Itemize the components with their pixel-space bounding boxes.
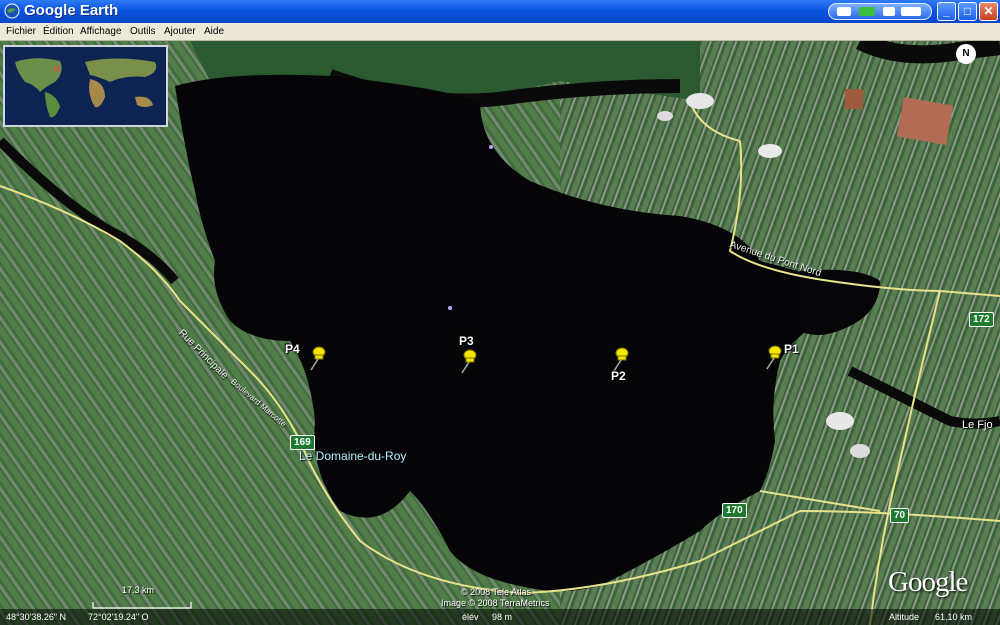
pushpin-icon[interactable]: [761, 344, 783, 370]
route-shield-172: 172: [969, 312, 994, 327]
overview-map[interactable]: [3, 45, 168, 127]
minimize-button[interactable]: _: [937, 2, 956, 21]
pushpin-icon[interactable]: [305, 345, 327, 371]
window-title: Google Earth: [24, 2, 119, 19]
maximize-button[interactable]: □: [958, 2, 977, 21]
media-controls[interactable]: [828, 3, 932, 20]
route-shield-169: 169: [290, 435, 315, 450]
world-map-icon: [5, 47, 166, 125]
google-logo: Google: [888, 566, 968, 598]
altitude-value: 61.10 km: [935, 612, 973, 622]
route-shield-70: 70: [890, 508, 910, 523]
scale-bar: [92, 596, 192, 609]
google-earth-icon: [4, 3, 20, 19]
attribution-line-2: Image © 2008 TerraMetrics: [441, 598, 550, 608]
pushpin-icon[interactable]: [456, 348, 478, 374]
longitude-readout: 72°02'19.24" O: [88, 612, 149, 622]
placemark-label-p2[interactable]: P2: [611, 369, 626, 383]
menu-bar: Fichier Édition Affichage Outils Ajouter…: [0, 23, 1000, 41]
elevation-value: 98 m: [492, 612, 513, 622]
play-icon[interactable]: [859, 7, 875, 16]
window-titlebar: Google Earth _ □ ✕: [0, 0, 1000, 23]
screen-icon[interactable]: [901, 7, 921, 16]
record-icon[interactable]: [837, 7, 851, 16]
region-label: Le Domaine-du-Roy: [299, 449, 407, 463]
map-view[interactable]: N P4 P3 P2 P1 Le Domaine-du-Roy Avenue d…: [0, 41, 1000, 625]
attribution-line-1: © 2008 Tele Atlas: [461, 587, 532, 597]
altitude-label: Altitude: [889, 612, 920, 622]
latitude-readout: 48°30'38.26" N: [6, 612, 67, 622]
close-button[interactable]: ✕: [979, 2, 998, 21]
menu-aide[interactable]: Aide: [204, 26, 224, 37]
placemark-label-p3[interactable]: P3: [459, 334, 474, 348]
menu-fichier[interactable]: Fichier: [6, 26, 36, 37]
route-shield-170: 170: [722, 503, 747, 518]
menu-outils[interactable]: Outils: [130, 26, 156, 37]
forward-icon[interactable]: [883, 7, 895, 16]
compass-north[interactable]: N: [956, 44, 976, 64]
scale-value: 17.3 km: [122, 585, 155, 595]
menu-affichage[interactable]: Affichage: [80, 26, 122, 37]
placemark-label-p4[interactable]: P4: [285, 342, 300, 356]
menu-edition[interactable]: Édition: [43, 26, 74, 37]
elevation-label: élév: [462, 612, 479, 622]
menu-ajouter[interactable]: Ajouter: [164, 26, 196, 37]
placemark-label-p1[interactable]: P1: [784, 342, 799, 356]
status-bar: 48°30'38.26" N 72°02'19.24" O élév 98 m …: [0, 609, 1000, 625]
satellite-imagery: [0, 41, 1000, 625]
place-label-fjord: Le Fjo: [962, 419, 993, 431]
